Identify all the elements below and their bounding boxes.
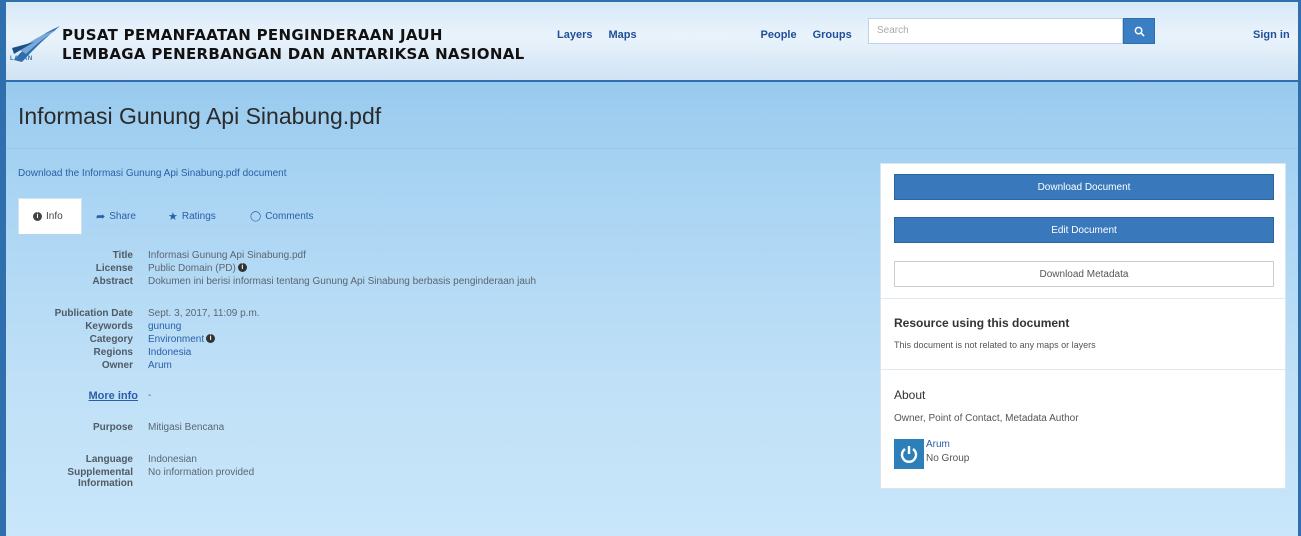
nav-documents[interactable]: Documents [645, 29, 753, 41]
site-title-line2: LEMBAGA PENERBANGAN DAN ANTARIKSA NASION… [62, 45, 525, 63]
nav-layers[interactable]: Layers [549, 29, 600, 41]
tab-info-label: Info [46, 211, 63, 222]
value-supplemental: No information provided [148, 467, 255, 478]
resource-heading: Resource using this document [894, 316, 1070, 330]
signin-link[interactable]: Sign in [1253, 29, 1290, 41]
logo-subtext: LAPAN [10, 56, 33, 62]
category-link[interactable]: Environment [148, 334, 204, 345]
owner-group: No Group [926, 453, 970, 464]
label-supplemental-line1: Supplemental [67, 467, 133, 478]
avatar[interactable] [894, 439, 924, 469]
download-metadata-button[interactable]: Download Metadata [894, 261, 1274, 287]
label-purpose: Purpose [92, 422, 133, 433]
info-row-pubdate: Publication Date Sept. 3, 2017, 11:09 p.… [18, 308, 260, 319]
power-icon [900, 446, 918, 463]
title-divider [6, 148, 1298, 149]
value-license: Public Domain (PD) [148, 263, 236, 274]
edit-document-button[interactable]: Edit Document [894, 217, 1274, 243]
search-icon [1134, 26, 1145, 37]
search-input[interactable]: Search [868, 18, 1123, 44]
tab-comments-label: Comments [265, 210, 314, 222]
info-row-owner: Owner Arum [18, 360, 172, 371]
category-info-icon[interactable]: i [206, 334, 216, 343]
info-row-abstract: Abstract Dokumen ini berisi informasi te… [18, 276, 536, 287]
sidebar-panel: Download Document Edit Document Download… [880, 163, 1286, 489]
site-title[interactable]: PUSAT PEMANFAATAN PENGINDERAAN JAUH LEMB… [62, 26, 524, 64]
tab-ratings[interactable]: ★ Ratings [156, 198, 228, 234]
share-icon: ➦ [96, 210, 106, 223]
about-heading: About [894, 388, 926, 402]
info-row-keywords: Keywords gunung [18, 321, 181, 332]
page-title: Informasi Gunung Api Sinabung.pdf [18, 103, 382, 129]
info-row-supplemental: Supplemental Information No information … [18, 467, 254, 489]
info-row-moreinfo: More info - [18, 390, 152, 402]
label-license: License [95, 263, 133, 274]
label-supplemental-line2: Information [78, 478, 133, 489]
more-info-link[interactable]: More info [89, 390, 139, 402]
info-row-category: Category Environment i [18, 334, 216, 345]
tab-share[interactable]: ➦ Share [84, 198, 148, 234]
label-language: Language [85, 454, 133, 465]
value-abstract: Dokumen ini berisi informasi tentang Gun… [148, 276, 537, 287]
label-keywords: Keywords [85, 321, 133, 332]
sidebar-divider [881, 298, 1285, 299]
owner-link[interactable]: Arum [148, 360, 172, 371]
info-icon: i [33, 212, 42, 221]
info-row-title: Title Informasi Gunung Api Sinabung.pdf [18, 250, 306, 261]
tab-comments[interactable]: ◯ Comments [238, 198, 326, 234]
value-language: Indonesian [148, 454, 197, 465]
search-button[interactable] [1123, 18, 1155, 44]
main-nav: Layers Maps Documents People Groups [549, 29, 860, 41]
header: LAPAN PUSAT PEMANFAATAN PENGINDERAAN JAU… [6, 0, 1298, 82]
comment-icon: ◯ [250, 210, 262, 222]
value-pubdate: Sept. 3, 2017, 11:09 p.m. [148, 308, 260, 319]
resource-text: This document is not related to any maps… [894, 340, 1096, 350]
download-document-button[interactable]: Download Document [894, 174, 1274, 200]
nav-people[interactable]: People [753, 29, 805, 41]
tab-share-label: Share [109, 210, 136, 222]
star-icon: ★ [168, 210, 178, 223]
owner-name-link[interactable]: Arum [926, 439, 950, 450]
download-document-link[interactable]: Download the Informasi Gunung Api Sinabu… [18, 168, 287, 179]
tab-bar: i Info ➦ Share ★ Ratings ◯ Comments [18, 198, 858, 234]
tab-info[interactable]: i Info [18, 198, 82, 234]
sidebar-divider [881, 369, 1285, 370]
label-title: Title [112, 250, 133, 261]
nav-groups[interactable]: Groups [805, 29, 860, 41]
label-owner: Owner [101, 360, 133, 371]
more-info-separator: - [148, 390, 152, 401]
info-row-purpose: Purpose Mitigasi Bencana [18, 422, 224, 433]
label-regions: Regions [93, 347, 133, 358]
label-abstract: Abstract [92, 276, 133, 287]
info-row-language: Language Indonesian [18, 454, 197, 465]
info-row-license: License Public Domain (PD) i [18, 263, 247, 274]
region-link[interactable]: Indonesia [148, 347, 191, 358]
nav-maps[interactable]: Maps [600, 29, 644, 41]
label-category: Category [89, 334, 133, 345]
info-row-regions: Regions Indonesia [18, 347, 192, 358]
site-title-line1: PUSAT PEMANFAATAN PENGINDERAAN JAUH [62, 26, 443, 44]
label-supplemental: Supplemental Information [18, 467, 148, 489]
keyword-link[interactable]: gunung [148, 321, 181, 332]
value-purpose: Mitigasi Bencana [148, 422, 225, 433]
label-pubdate: Publication Date [54, 308, 133, 319]
value-title: Informasi Gunung Api Sinabung.pdf [148, 250, 306, 261]
tab-ratings-label: Ratings [181, 210, 216, 222]
license-info-icon[interactable]: i [237, 263, 247, 272]
about-roles: Owner, Point of Contact, Metadata Author [894, 413, 1079, 424]
